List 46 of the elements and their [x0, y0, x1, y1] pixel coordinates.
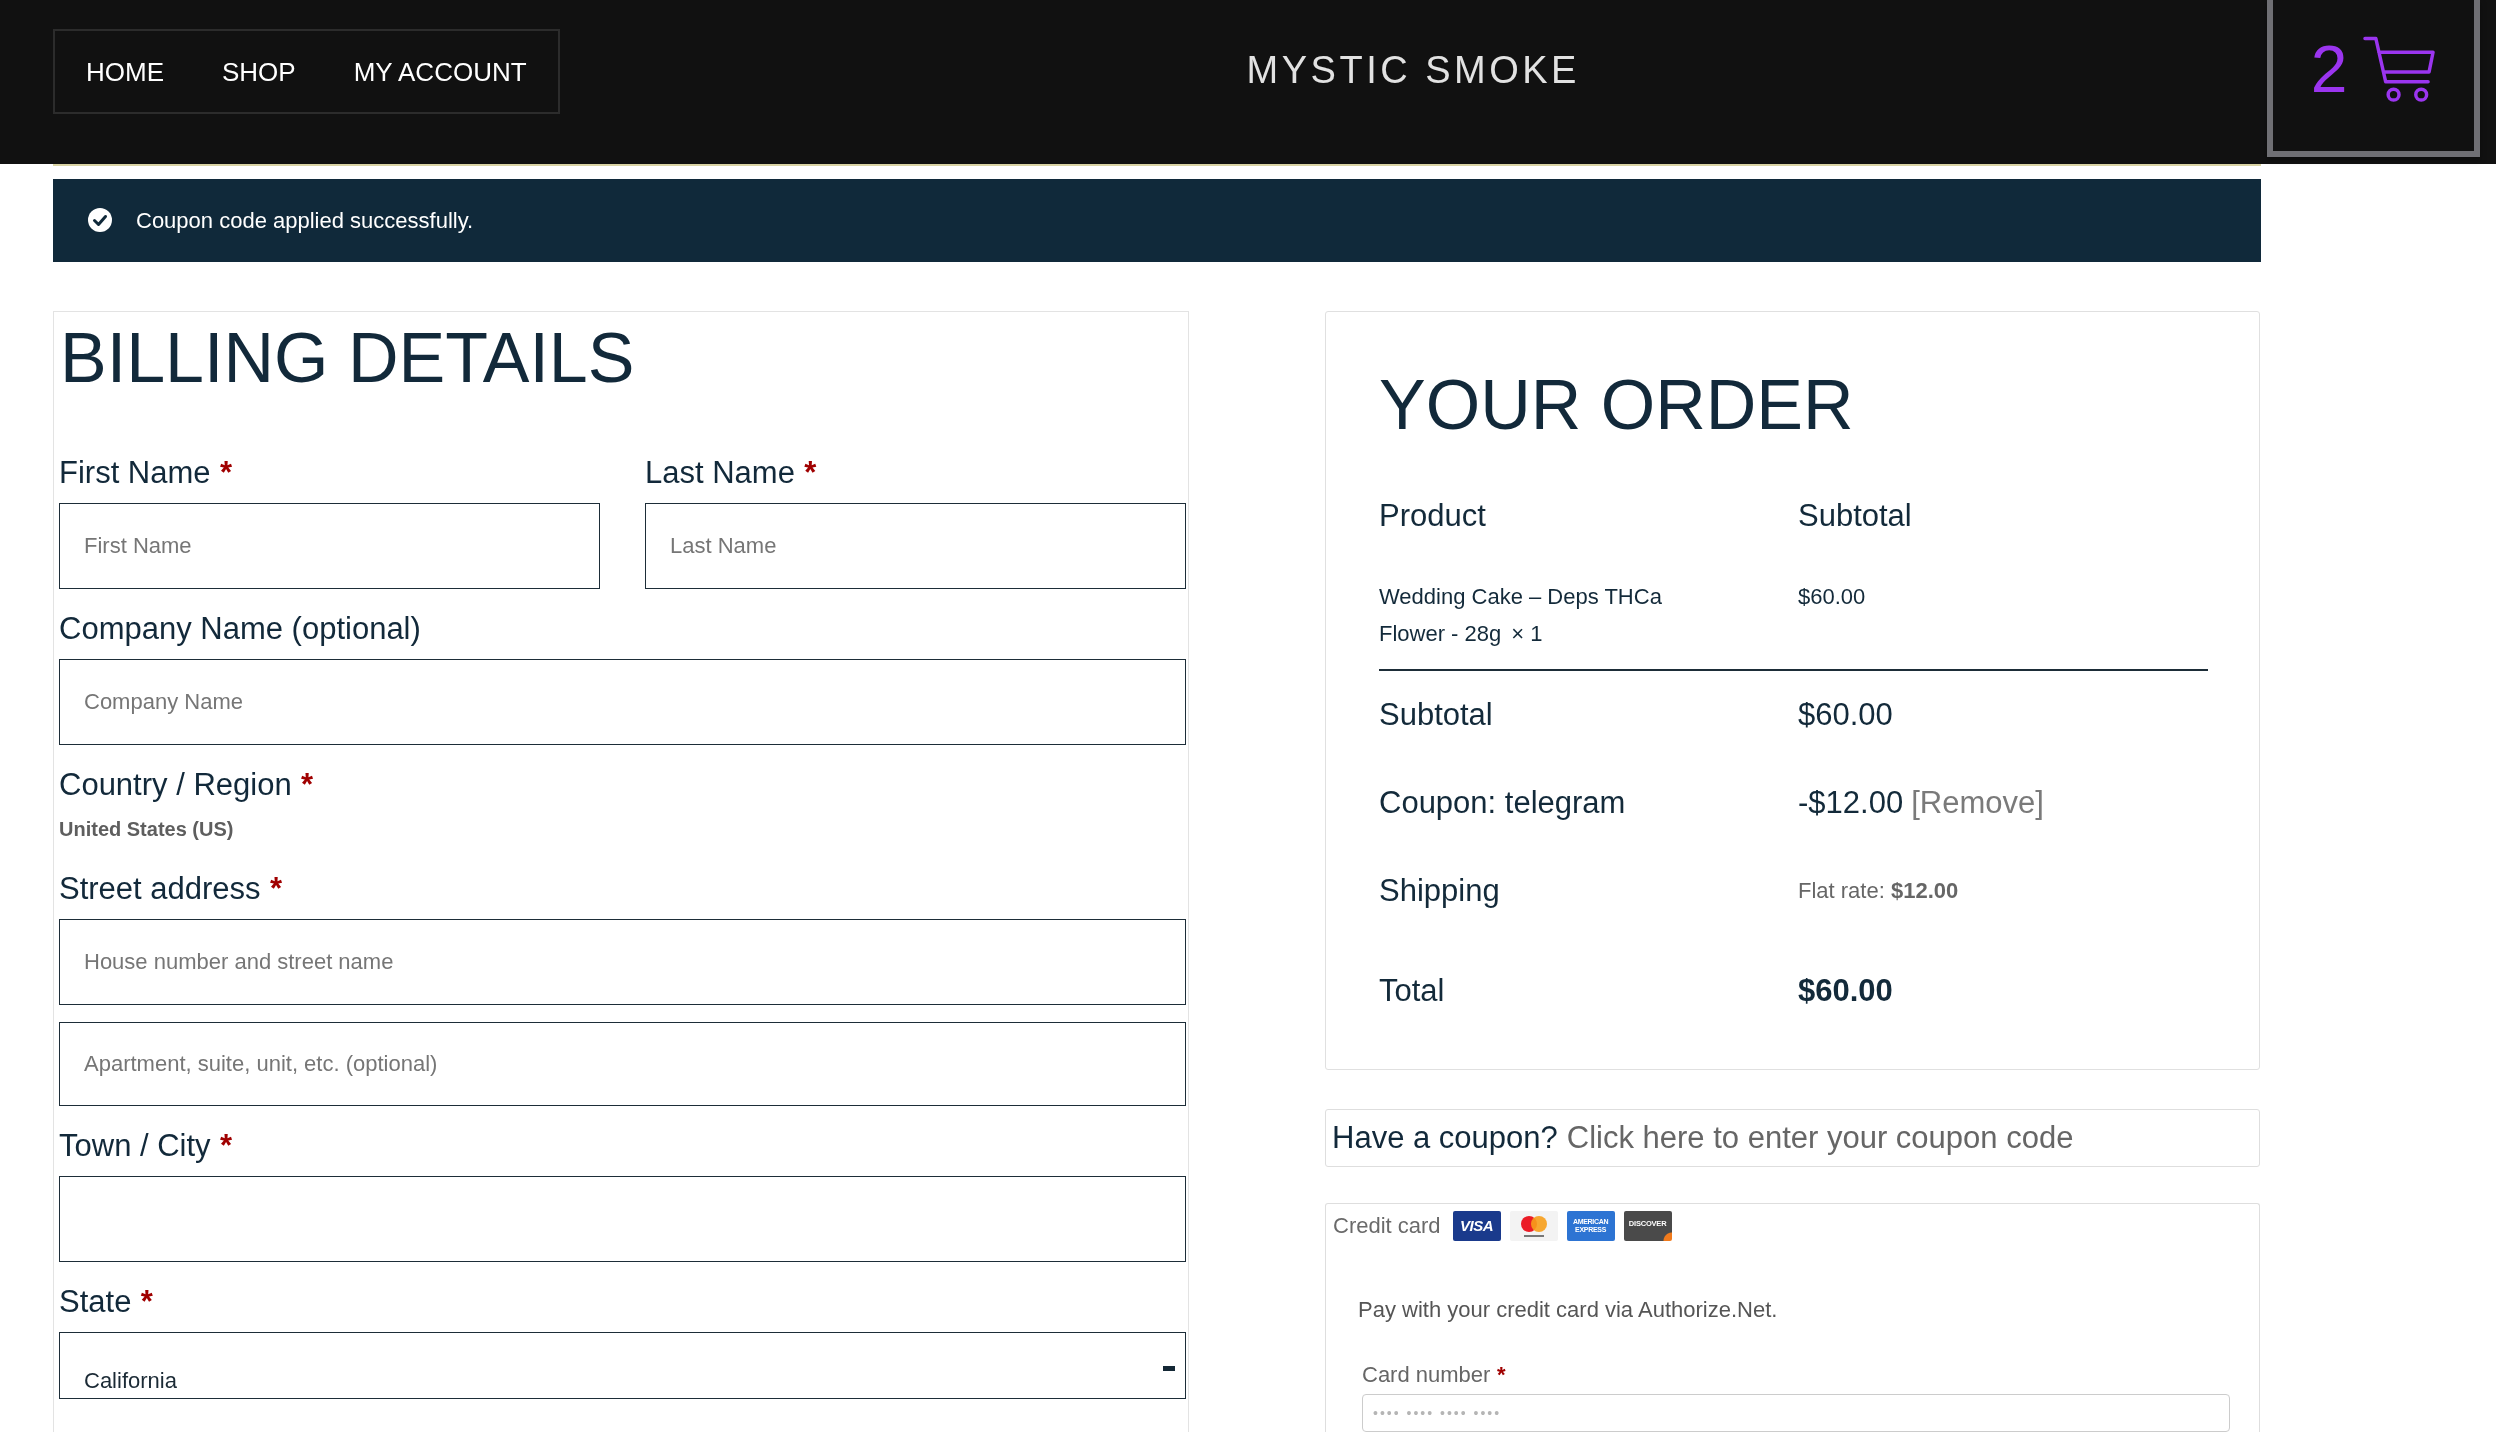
field-label: Card number * [1362, 1360, 1506, 1389]
cart-button[interactable]: 2 [2267, 0, 2480, 157]
total-label: Coupon: telegram [1379, 783, 1627, 822]
field-label: Company Name (optional) [59, 610, 421, 648]
field-label: Last Name * [645, 454, 817, 492]
product-name: Wedding Cake – Deps THCa Flower - 28g × 1 [1379, 583, 1663, 648]
nav-link[interactable]: SHOP [222, 55, 296, 88]
field-label: State * [59, 1283, 153, 1321]
column-header: Product [1379, 497, 1487, 535]
payment-method-label: Credit card [1333, 1211, 1441, 1240]
site-title: MYSTIC SMOKE [1246, 48, 1580, 92]
nav-link[interactable]: HOME [86, 55, 164, 88]
nav-link[interactable]: MY ACCOUNT [353, 55, 527, 88]
text-field[interactable]: Last Name [645, 503, 1186, 589]
total-label: Subtotal [1379, 695, 1494, 734]
price-text: $60.00 [1798, 584, 1866, 609]
section-title: BILLING DETAILS [60, 322, 635, 394]
field-label: Country / Region * [59, 766, 313, 804]
section-title: YOUR ORDER [1379, 369, 1854, 441]
total-value: $60.00 [1798, 695, 1893, 734]
state-select[interactable]: California [59, 1332, 1186, 1399]
card-logo: VISA [1452, 1210, 1501, 1241]
field-label: Town / City * [59, 1127, 232, 1165]
payment-description: Pay with your credit card via Authorize.Net. [1358, 1295, 1778, 1324]
total-label: Total [1379, 971, 1446, 1010]
dash-icon [1163, 1366, 1175, 1371]
text-field[interactable] [59, 1176, 1186, 1262]
card-number-field[interactable]: •••• •••• •••• •••• [1362, 1393, 2230, 1432]
text-field[interactable]: House number and street name [59, 919, 1186, 1005]
text-field[interactable]: First Name [59, 503, 600, 589]
column-header: Subtotal [1798, 497, 1913, 535]
text-field[interactable]: Company Name [59, 659, 1186, 745]
total-value: -$12.00 [1798, 783, 1904, 822]
check-circle-icon [88, 208, 112, 232]
total-value: $60.00 [1798, 971, 1893, 1010]
field-label: First Name * [59, 454, 232, 492]
two-circles-icon [1509, 1210, 1558, 1241]
notice-text: Coupon code applied successfully. [136, 206, 474, 235]
remove-link[interactable]: [Remove] [1911, 782, 2044, 823]
coupon-link[interactable]: Click here to enter your coupon code [1566, 1117, 2074, 1158]
text-field[interactable]: Apartment, suite, unit, etc. (optional) [59, 1022, 1186, 1106]
field-label: Street address * [59, 870, 282, 908]
coupon-question: Have a coupon? [1332, 1118, 1558, 1157]
country-value: United States (US) [59, 817, 234, 842]
total-label: Shipping [1379, 871, 1501, 910]
total-value: Flat rate: $12.00 [1798, 876, 1959, 905]
